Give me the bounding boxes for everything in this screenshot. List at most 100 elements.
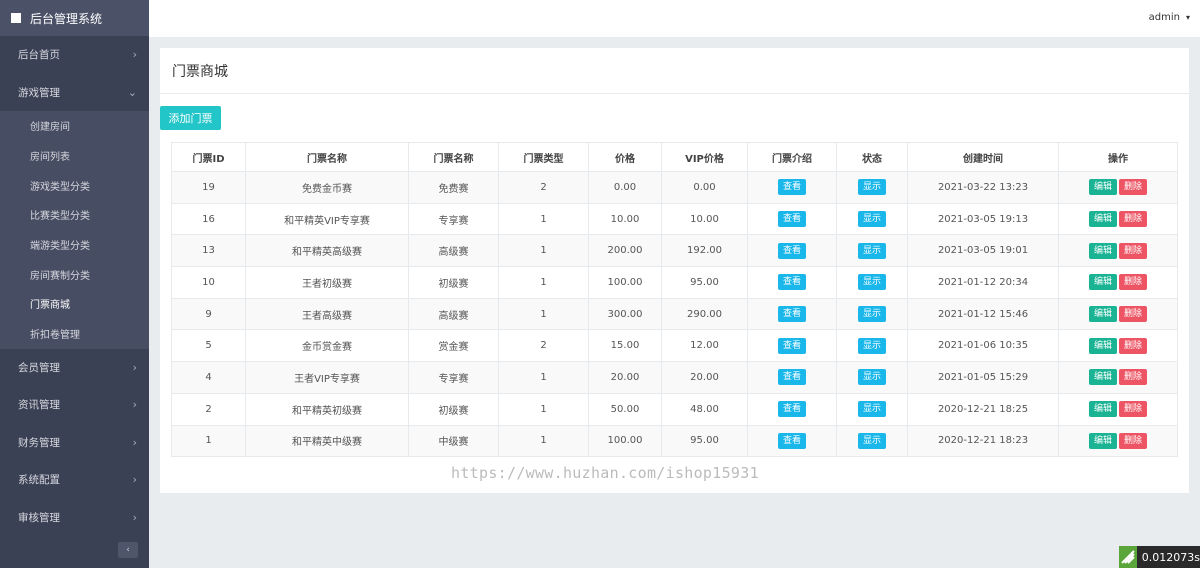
cell-actions: 编辑 删除: [1058, 234, 1178, 268]
sidebar-subitem-match-type[interactable]: 比赛类型分类: [0, 200, 149, 230]
cell-name2: 初级赛: [408, 266, 499, 299]
sidebar-subitem-create-room[interactable]: 创建房间: [0, 111, 149, 141]
view-button[interactable]: 查看: [777, 401, 806, 418]
cell-intro: 查看: [747, 424, 837, 458]
table-row: 16 和平精英VIP专享赛 专享赛 1 10.00 10.00 查看 显示 2021-03-05…: [171, 202, 1178, 236]
delete-button[interactable]: 删除: [1119, 337, 1148, 354]
cell-time: 2021-03-22 13:23: [907, 171, 1059, 204]
sidebar-subitem-pc-game-type[interactable]: 端游类型分类: [0, 230, 149, 260]
edit-button[interactable]: 编辑: [1088, 211, 1117, 228]
view-button[interactable]: 查看: [777, 337, 806, 354]
delete-button[interactable]: 删除: [1119, 179, 1148, 196]
delete-button[interactable]: 删除: [1119, 369, 1148, 386]
cell-actions: 编辑 删除: [1058, 424, 1178, 458]
status-badge[interactable]: 显示: [857, 242, 886, 259]
timer-value: 0.012073s: [1141, 550, 1200, 564]
edit-button[interactable]: 编辑: [1088, 369, 1117, 386]
status-badge[interactable]: 显示: [857, 337, 886, 354]
sidebar-item-label: 审核管理: [18, 511, 60, 524]
cell-intro: 查看: [747, 202, 837, 236]
cell-actions: 编辑 删除: [1058, 361, 1178, 394]
cell-vip: 192.00: [661, 234, 748, 268]
view-button[interactable]: 查看: [777, 242, 806, 259]
sidebar-item-home[interactable]: 后台首页 ›: [0, 36, 149, 74]
sidebar-subitem-label: 游戏类型分类: [30, 181, 90, 193]
cell-id: 13: [171, 234, 246, 268]
sidebar-item-game[interactable]: 游戏管理 ⌄: [0, 73, 149, 111]
delete-button[interactable]: 删除: [1119, 211, 1148, 228]
cell-id: 10: [171, 266, 246, 299]
cell-actions: 编辑 删除: [1058, 329, 1178, 363]
sidebar-subitem-label: 比赛类型分类: [30, 211, 90, 223]
view-button[interactable]: 查看: [777, 274, 806, 291]
cell-status: 显示: [836, 392, 908, 426]
delete-button[interactable]: 删除: [1119, 242, 1148, 259]
sidebar-subitem-ticket-shop[interactable]: 门票商城: [0, 289, 149, 319]
delete-button[interactable]: 删除: [1119, 274, 1148, 291]
delete-button[interactable]: 删除: [1119, 432, 1148, 449]
cell-status: 显示: [836, 424, 908, 458]
col-header: 价格: [588, 142, 662, 172]
cell-name2: 中级赛: [408, 424, 499, 458]
status-badge[interactable]: 显示: [857, 369, 886, 386]
edit-button[interactable]: 编辑: [1088, 242, 1117, 259]
edit-button[interactable]: 编辑: [1088, 306, 1117, 323]
status-badge[interactable]: 显示: [857, 179, 886, 196]
edit-button[interactable]: 编辑: [1088, 432, 1117, 449]
status-badge[interactable]: 显示: [857, 211, 886, 228]
sidebar-item-finance[interactable]: 财务管理 ›: [0, 424, 149, 462]
cell-status: 显示: [836, 297, 908, 331]
add-ticket-button[interactable]: 添加门票: [160, 106, 221, 130]
brand[interactable]: 后台管理系统: [0, 0, 149, 36]
cell-type: 1: [498, 361, 589, 394]
ticket-table: 门票ID 门票名称 门票名称 门票类型 价格 VIP价格 门票介绍 状态 创建时…: [171, 142, 1178, 458]
chevron-right-icon: ›: [132, 510, 137, 524]
cell-name: 和平精英高级赛: [245, 234, 409, 268]
status-badge[interactable]: 显示: [857, 274, 886, 291]
view-button[interactable]: 查看: [777, 211, 806, 228]
table-row: 5 金币赏金赛 赏金赛 2 15.00 12.00 查看 显示 2021-01-06 10:35…: [171, 329, 1178, 363]
edit-button[interactable]: 编辑: [1088, 401, 1117, 418]
view-button[interactable]: 查看: [777, 179, 806, 196]
sidebar-subitem-label: 折扣卷管理: [30, 330, 80, 342]
sidebar-subitem-label: 端游类型分类: [30, 241, 90, 253]
sidebar: 后台管理系统 后台首页 › 游戏管理 ⌄ 创建房间 房间列表 游戏类型分类 比赛…: [0, 0, 149, 568]
cell-name: 王者高级赛: [245, 297, 409, 331]
cell-price: 50.00: [588, 392, 662, 426]
cell-type: 2: [498, 329, 589, 363]
cell-price: 10.00: [588, 202, 662, 236]
collapse-sidebar-button[interactable]: ‹: [118, 542, 138, 558]
edit-button[interactable]: 编辑: [1088, 337, 1117, 354]
cell-type: 2: [498, 171, 589, 204]
cell-type: 1: [498, 234, 589, 268]
cell-vip: 95.00: [661, 266, 748, 299]
cell-vip: 48.00: [661, 392, 748, 426]
delete-button[interactable]: 删除: [1119, 306, 1148, 323]
edit-button[interactable]: 编辑: [1088, 179, 1117, 196]
sidebar-item-audit[interactable]: 审核管理 ›: [0, 499, 149, 537]
sidebar-item-news[interactable]: 资讯管理 ›: [0, 386, 149, 424]
view-button[interactable]: 查看: [777, 369, 806, 386]
cell-status: 显示: [836, 361, 908, 394]
cell-actions: 编辑 删除: [1058, 297, 1178, 331]
sidebar-item-config[interactable]: 系统配置 ›: [0, 461, 149, 499]
sidebar-subitem-game-type[interactable]: 游戏类型分类: [0, 170, 149, 200]
cell-id: 9: [171, 297, 246, 331]
cell-price: 300.00: [588, 297, 662, 331]
edit-button[interactable]: 编辑: [1088, 274, 1117, 291]
status-badge[interactable]: 显示: [857, 306, 886, 323]
cell-status: 显示: [836, 202, 908, 236]
cell-intro: 查看: [747, 329, 837, 363]
user-menu[interactable]: admin ▾: [1149, 12, 1190, 23]
cell-vip: 0.00: [661, 171, 748, 204]
delete-button[interactable]: 删除: [1119, 401, 1148, 418]
status-badge[interactable]: 显示: [857, 401, 886, 418]
sidebar-subitem-coupon[interactable]: 折扣卷管理: [0, 319, 149, 349]
sidebar-subitem-room-list[interactable]: 房间列表: [0, 141, 149, 171]
sidebar-subitem-room-format[interactable]: 房间赛制分类: [0, 259, 149, 289]
status-badge[interactable]: 显示: [857, 432, 886, 449]
view-button[interactable]: 查看: [777, 306, 806, 323]
view-button[interactable]: 查看: [777, 432, 806, 449]
cell-id: 19: [171, 171, 246, 204]
sidebar-item-members[interactable]: 会员管理 ›: [0, 349, 149, 387]
